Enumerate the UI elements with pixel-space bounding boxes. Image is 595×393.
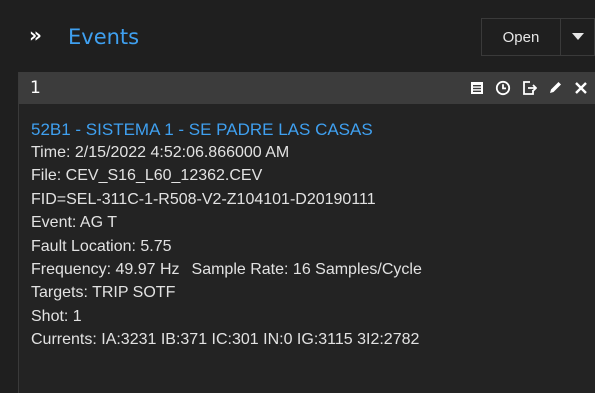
event-frequency-row: Frequency: 49.97 Hz Sample Rate: 16 Sampl…: [31, 258, 595, 281]
event-currents: Currents: IA:3231 IB:371 IC:301 IN:0 IG:…: [31, 331, 420, 349]
event-type: Event: AG T: [31, 214, 117, 232]
event-panel-header: 1: [19, 72, 595, 104]
table-icon: [471, 82, 483, 94]
open-split-button: Open: [481, 18, 595, 56]
event-toolbar: [467, 78, 591, 98]
open-dropdown-button[interactable]: [561, 18, 595, 56]
event-shot: Shot: 1: [31, 307, 82, 325]
close-button[interactable]: [571, 78, 591, 98]
event-fault-location: Fault Location: 5.75: [31, 237, 172, 255]
events-window: » Events Open 1 52B1 - SISTEMA 1 - SE PA…: [0, 0, 595, 393]
event-panel: 1 52B1 - SISTEMA 1 - SE PADRE LAS CASAS …: [18, 72, 595, 393]
close-icon: [575, 82, 587, 94]
event-heading-link[interactable]: 52B1 - SISTEMA 1 - SE PADRE LAS CASAS: [31, 118, 595, 141]
open-button[interactable]: Open: [481, 18, 561, 56]
event-time: Time: 2/15/2022 4:52:06.866000 AM: [31, 144, 290, 161]
event-fid: FID=SEL-311C-1-R508-V2-Z104101-D20190111: [31, 190, 376, 208]
export-icon: [523, 81, 537, 95]
events-title: Events: [68, 25, 140, 49]
event-targets: Targets: TRIP SOTF: [31, 284, 176, 302]
double-chevron-right-icon[interactable]: »: [29, 23, 42, 47]
history-button[interactable]: [493, 78, 513, 98]
table-button[interactable]: [467, 78, 487, 98]
edit-icon: [550, 82, 561, 93]
event-number: 1: [30, 78, 41, 98]
event-details: 52B1 - SISTEMA 1 - SE PADRE LAS CASAS Ti…: [19, 104, 595, 352]
clock-icon: [495, 80, 511, 96]
export-button[interactable]: [519, 78, 539, 98]
event-frequency: Frequency: 49.97 Hz: [31, 261, 180, 279]
event-file: File: CEV_S16_L60_12362.CEV: [31, 167, 263, 185]
caret-down-icon: [571, 33, 584, 40]
edit-button[interactable]: [545, 78, 565, 98]
event-sample-rate: Sample Rate: 16 Samples/Cycle: [191, 261, 422, 279]
events-header: » Events Open: [18, 14, 595, 64]
